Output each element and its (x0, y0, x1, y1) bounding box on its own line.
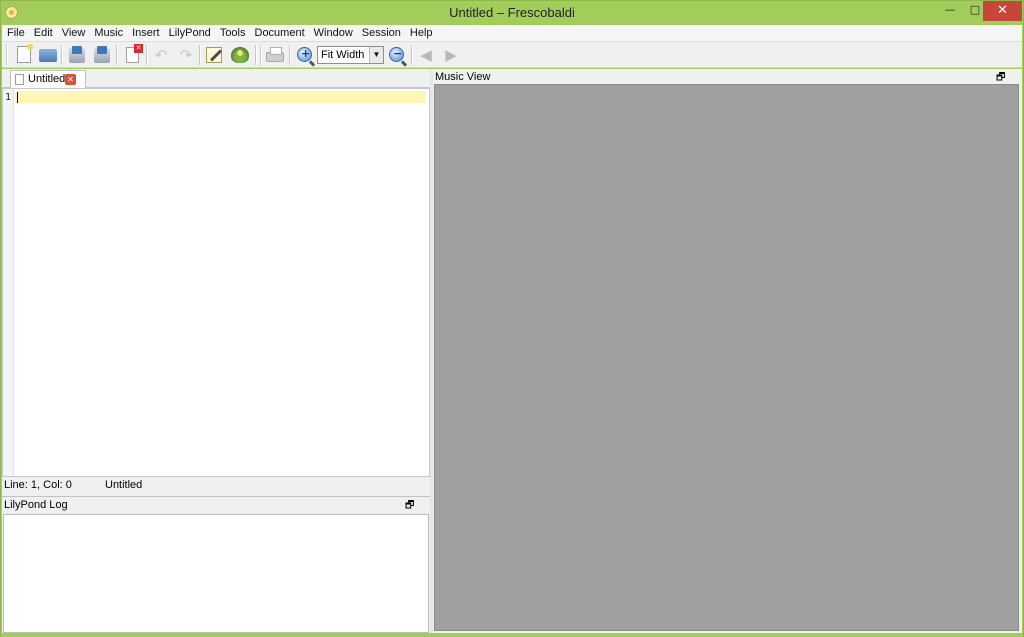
float-panel-icon[interactable]: 🗗 (996, 72, 1008, 83)
text-cursor (17, 92, 18, 103)
menu-bar: File Edit View Music Insert LilyPond Too… (2, 25, 1022, 42)
zoom-mode-select[interactable]: Fit Width ▼ (317, 46, 384, 64)
line-number: 1 (5, 92, 12, 103)
close-tab-icon[interactable]: ✕ (65, 74, 76, 85)
toolbar-separator (61, 45, 63, 65)
menu-edit[interactable]: Edit (30, 27, 57, 39)
status-bar: Line: 1, Col: 0 Untitled (2, 477, 430, 495)
menu-insert[interactable]: Insert (128, 27, 164, 39)
zoom-in-button[interactable]: + (295, 45, 315, 65)
toolbar-separator (411, 45, 413, 65)
music-view-panel: Music View 🗗 ✕ (433, 69, 1022, 633)
zoom-in-icon: + (297, 47, 312, 62)
edit-icon (206, 47, 222, 63)
menu-music[interactable]: Music (90, 27, 127, 39)
menu-file[interactable]: File (3, 27, 29, 39)
status-document-name: Untitled (105, 479, 143, 491)
previous-page-button[interactable]: ◀ (416, 45, 436, 65)
music-view-title: Music View (435, 71, 491, 83)
menu-lilypond[interactable]: LilyPond (165, 27, 215, 39)
log-panel-title: LilyPond Log (4, 499, 68, 511)
engrave-button[interactable] (230, 45, 250, 65)
toolbar-separator (116, 45, 118, 65)
text-editor[interactable]: 1 (2, 88, 430, 477)
menu-session[interactable]: Session (358, 27, 405, 39)
line-number-gutter: 1 (3, 89, 14, 476)
undo-button[interactable]: ↶ (151, 45, 171, 65)
save-as-icon (94, 46, 110, 63)
lilypond-log-panel: LilyPond Log 🗗 ✕ (2, 496, 430, 633)
window-border (2, 633, 1023, 637)
edit-button[interactable] (204, 45, 224, 65)
toolbar-separator (146, 45, 148, 65)
float-panel-icon[interactable]: 🗗 (405, 500, 417, 511)
zoom-out-icon: − (389, 47, 404, 62)
music-view-canvas[interactable] (434, 84, 1019, 631)
document-icon (15, 74, 24, 85)
open-document-button[interactable] (38, 45, 58, 65)
log-output[interactable] (3, 514, 429, 633)
toolbar-separator (255, 45, 257, 65)
save-as-button[interactable] (92, 45, 112, 65)
menu-tools[interactable]: Tools (216, 27, 250, 39)
toolbar-separator (289, 45, 291, 65)
zoom-mode-value: Fit Width (321, 49, 365, 61)
editor-pane: Untitled ✕ 1 Line: 1, Col: 0 Untitled Li… (2, 69, 430, 633)
toolbar-grip[interactable] (6, 45, 8, 65)
title-bar[interactable]: Untitled – Frescobaldi — □ ✕ (1, 1, 1023, 25)
tab-untitled[interactable]: Untitled ✕ (10, 70, 86, 88)
minimize-button[interactable]: — (937, 1, 963, 21)
cursor-position: Line: 1, Col: 0 (4, 479, 72, 491)
menu-help[interactable]: Help (406, 27, 437, 39)
lilypond-engrave-icon (231, 47, 249, 63)
close-document-icon (126, 44, 143, 63)
save-document-button[interactable] (67, 45, 87, 65)
close-document-button[interactable] (122, 44, 143, 65)
app-window: Untitled – Frescobaldi — □ ✕ File Edit V… (0, 0, 1024, 637)
print-icon (266, 47, 284, 62)
chevron-down-icon[interactable]: ▼ (369, 47, 383, 63)
zoom-in-glyph: + (301, 47, 311, 60)
close-window-button[interactable]: ✕ (983, 1, 1022, 21)
toolbar-separator (199, 45, 201, 65)
save-document-icon (69, 46, 85, 63)
open-document-icon (39, 49, 57, 62)
new-document-button[interactable] (14, 44, 34, 65)
new-document-icon (17, 44, 33, 63)
menu-document[interactable]: Document (251, 27, 309, 39)
tab-label: Untitled (28, 73, 66, 85)
zoom-out-button[interactable]: − (387, 45, 407, 65)
next-page-button[interactable]: ▶ (441, 45, 461, 65)
toolbar-grip[interactable] (260, 45, 262, 65)
menu-window[interactable]: Window (310, 27, 357, 39)
print-button[interactable] (265, 45, 285, 65)
current-line-highlight (15, 91, 426, 103)
main-toolbar: ↶ ↷ + − ◀ ▶ (2, 42, 1022, 68)
menu-view[interactable]: View (58, 27, 90, 39)
document-tab-bar: Untitled ✕ (2, 69, 430, 88)
zoom-out-glyph: − (393, 47, 403, 60)
window-title: Untitled – Frescobaldi (449, 5, 575, 20)
redo-button[interactable]: ↷ (176, 45, 196, 65)
